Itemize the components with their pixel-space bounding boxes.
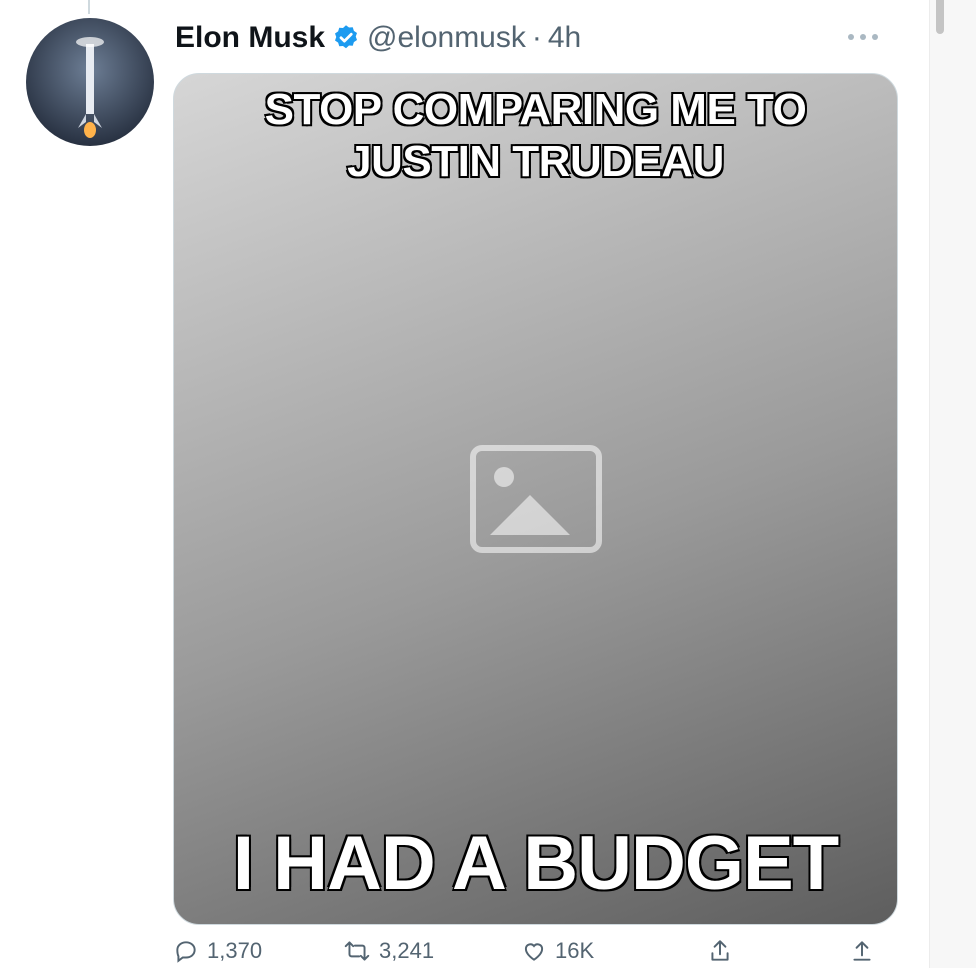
scrollbar-thumb[interactable] <box>936 0 944 34</box>
thread-connector-line <box>88 0 90 14</box>
retweet-icon <box>344 941 370 961</box>
scrollbar-track[interactable] <box>929 0 976 968</box>
reply-button[interactable]: 1,370 <box>173 938 262 964</box>
reply-icon <box>176 941 196 963</box>
more-options-icon[interactable] <box>848 30 882 44</box>
reply-count: 1,370 <box>207 938 263 963</box>
heart-icon <box>524 943 544 961</box>
tweet-header: Elon Musk @elonmusk · 4h <box>175 16 581 60</box>
header-separator: · <box>531 21 542 54</box>
tweet-media[interactable]: STOP COMPARING ME TO JUSTIN TRUDEAU I HA… <box>173 73 898 925</box>
tweet-action-bar: 1,370 3,241 16K <box>173 938 893 968</box>
verified-badge-icon <box>331 23 361 53</box>
rocket-avatar-icon <box>26 18 154 146</box>
upload-button[interactable] <box>849 938 875 964</box>
like-count: 16K <box>555 938 595 963</box>
image-placeholder-icon <box>469 445 602 553</box>
author-handle[interactable]: @elonmusk <box>367 21 526 55</box>
media-caption-top: STOP COMPARING ME TO JUSTIN TRUDEAU <box>264 85 807 186</box>
retweet-count: 3,241 <box>379 938 435 963</box>
author-display-name[interactable]: Elon Musk <box>175 21 325 55</box>
upload-icon <box>853 941 871 961</box>
media-caption-bottom: I HAD A BUDGET <box>232 821 839 906</box>
retweet-button[interactable]: 3,241 <box>343 938 434 964</box>
author-avatar[interactable] <box>26 18 154 146</box>
share-icon <box>711 940 729 961</box>
tweet-timestamp[interactable]: 4h <box>548 21 581 55</box>
media-placeholder <box>174 74 897 924</box>
like-button[interactable]: 16K <box>521 938 594 964</box>
share-button[interactable] <box>707 938 733 964</box>
